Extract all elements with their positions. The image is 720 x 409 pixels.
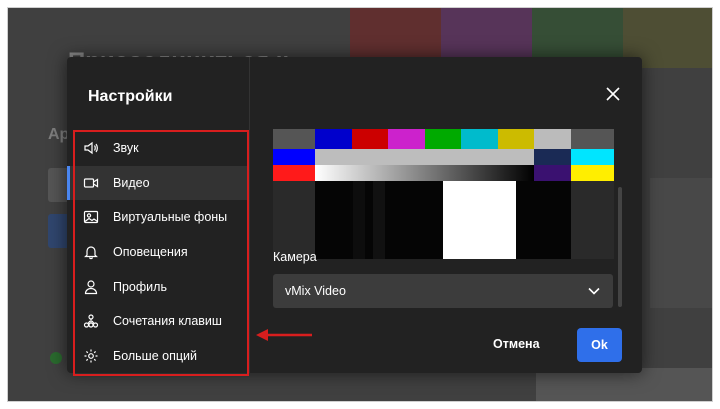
sidebar-item-profile[interactable]: Профиль [67,269,250,304]
camera-select-value: vMix Video [285,284,346,298]
settings-dialog: Настройки Звук Видео Виртуальные фоны Оп… [67,57,642,373]
background-panel [650,178,712,308]
camera-preview [273,129,614,259]
content-scrollbar[interactable] [618,187,622,307]
video-camera-icon [83,175,99,191]
camera-select[interactable]: vMix Video [273,274,613,308]
chevron-down-icon [588,287,600,295]
speaker-icon [83,140,99,156]
settings-content: Камера vMix Video Отмена Ok [250,57,642,373]
sidebar-item-keyboard-shortcuts[interactable]: Сочетания клавиш [67,304,250,339]
background-panel [536,368,712,401]
color-bars-test-pattern [273,129,614,259]
settings-menu: Звук Видео Виртуальные фоны Оповещения П… [67,131,250,373]
camera-label: Камера [273,250,317,264]
sidebar-item-label: Видео [113,175,150,190]
keyboard-shortcuts-icon [83,313,99,329]
bell-icon [83,244,99,260]
settings-sidebar: Настройки Звук Видео Виртуальные фоны Оп… [67,57,250,373]
annotation-arrow [256,329,312,341]
sidebar-item-video[interactable]: Видео [67,165,250,201]
sidebar-item-sound[interactable]: Звук [67,131,250,166]
ok-button[interactable]: Ok [577,328,622,362]
background-status-dot [50,352,62,364]
image-icon [83,209,99,225]
sidebar-item-label: Виртуальные фоны [113,210,228,225]
sidebar-item-virtual-backgrounds[interactable]: Виртуальные фоны [67,200,250,235]
gear-icon [83,348,99,364]
sidebar-item-label: Больше опций [113,348,197,363]
sidebar-item-label: Сочетания клавиш [113,314,222,329]
cancel-button[interactable]: Отмена [493,337,540,351]
sidebar-item-notifications[interactable]: Оповещения [67,235,250,270]
user-icon [83,279,99,295]
close-icon [606,87,620,101]
close-button[interactable] [604,85,622,103]
dialog-title: Настройки [88,88,173,105]
sidebar-item-label: Звук [113,141,139,156]
sidebar-item-more-options[interactable]: Больше опций [67,339,250,374]
sidebar-item-label: Профиль [113,279,167,294]
sidebar-item-label: Оповещения [113,245,188,260]
